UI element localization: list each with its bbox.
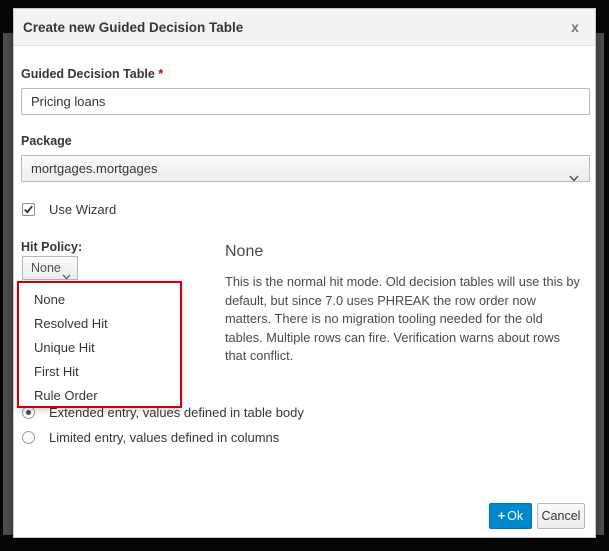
name-input[interactable] xyxy=(21,88,590,115)
chevron-down-icon xyxy=(569,165,579,190)
use-wizard-label: Use Wizard xyxy=(49,202,116,217)
checkbox-checked-icon[interactable] xyxy=(22,203,35,216)
hit-policy-selected-value: None xyxy=(31,261,61,275)
menu-item-none[interactable]: None xyxy=(19,288,180,312)
ok-button-label: Ok xyxy=(507,509,523,523)
package-select[interactable]: mortgages.mortgages xyxy=(21,155,590,182)
modal-title: Create new Guided Decision Table xyxy=(23,20,243,35)
package-label: Package xyxy=(21,134,72,148)
name-field-label: Guided Decision Table * xyxy=(21,67,163,81)
name-field-label-text: Guided Decision Table xyxy=(21,67,155,81)
hit-policy-description-heading: None xyxy=(225,243,263,261)
menu-item-unique-hit[interactable]: Unique Hit xyxy=(19,336,180,360)
create-guided-decision-table-modal: Create new Guided Decision Table x Guide… xyxy=(13,8,596,538)
radio-unselected-icon[interactable] xyxy=(22,431,35,444)
cancel-button[interactable]: Cancel xyxy=(537,503,585,529)
menu-item-rule-order[interactable]: Rule Order xyxy=(19,384,180,408)
menu-item-first-hit[interactable]: First Hit xyxy=(19,360,180,384)
plus-icon: + xyxy=(498,509,505,523)
package-select-value: mortgages.mortgages xyxy=(31,161,157,176)
backdrop-right xyxy=(596,33,604,535)
screen: Create new Guided Decision Table x Guide… xyxy=(0,0,609,551)
hit-policy-dropdown-menu: None Resolved Hit Unique Hit First Hit R… xyxy=(17,281,182,408)
modal-titlebar: Create new Guided Decision Table x xyxy=(14,9,595,46)
hit-policy-dropdown-button[interactable]: None xyxy=(22,256,78,280)
menu-item-resolved-hit[interactable]: Resolved Hit xyxy=(19,312,180,336)
hit-policy-label: Hit Policy: xyxy=(21,240,82,254)
hit-policy-description-text: This is the normal hit mode. Old decisio… xyxy=(225,273,583,366)
required-marker: * xyxy=(158,67,163,81)
ok-button[interactable]: +Ok xyxy=(489,503,532,529)
limited-entry-label: Limited entry, values defined in columns xyxy=(49,430,279,445)
close-icon[interactable]: x xyxy=(566,18,584,36)
